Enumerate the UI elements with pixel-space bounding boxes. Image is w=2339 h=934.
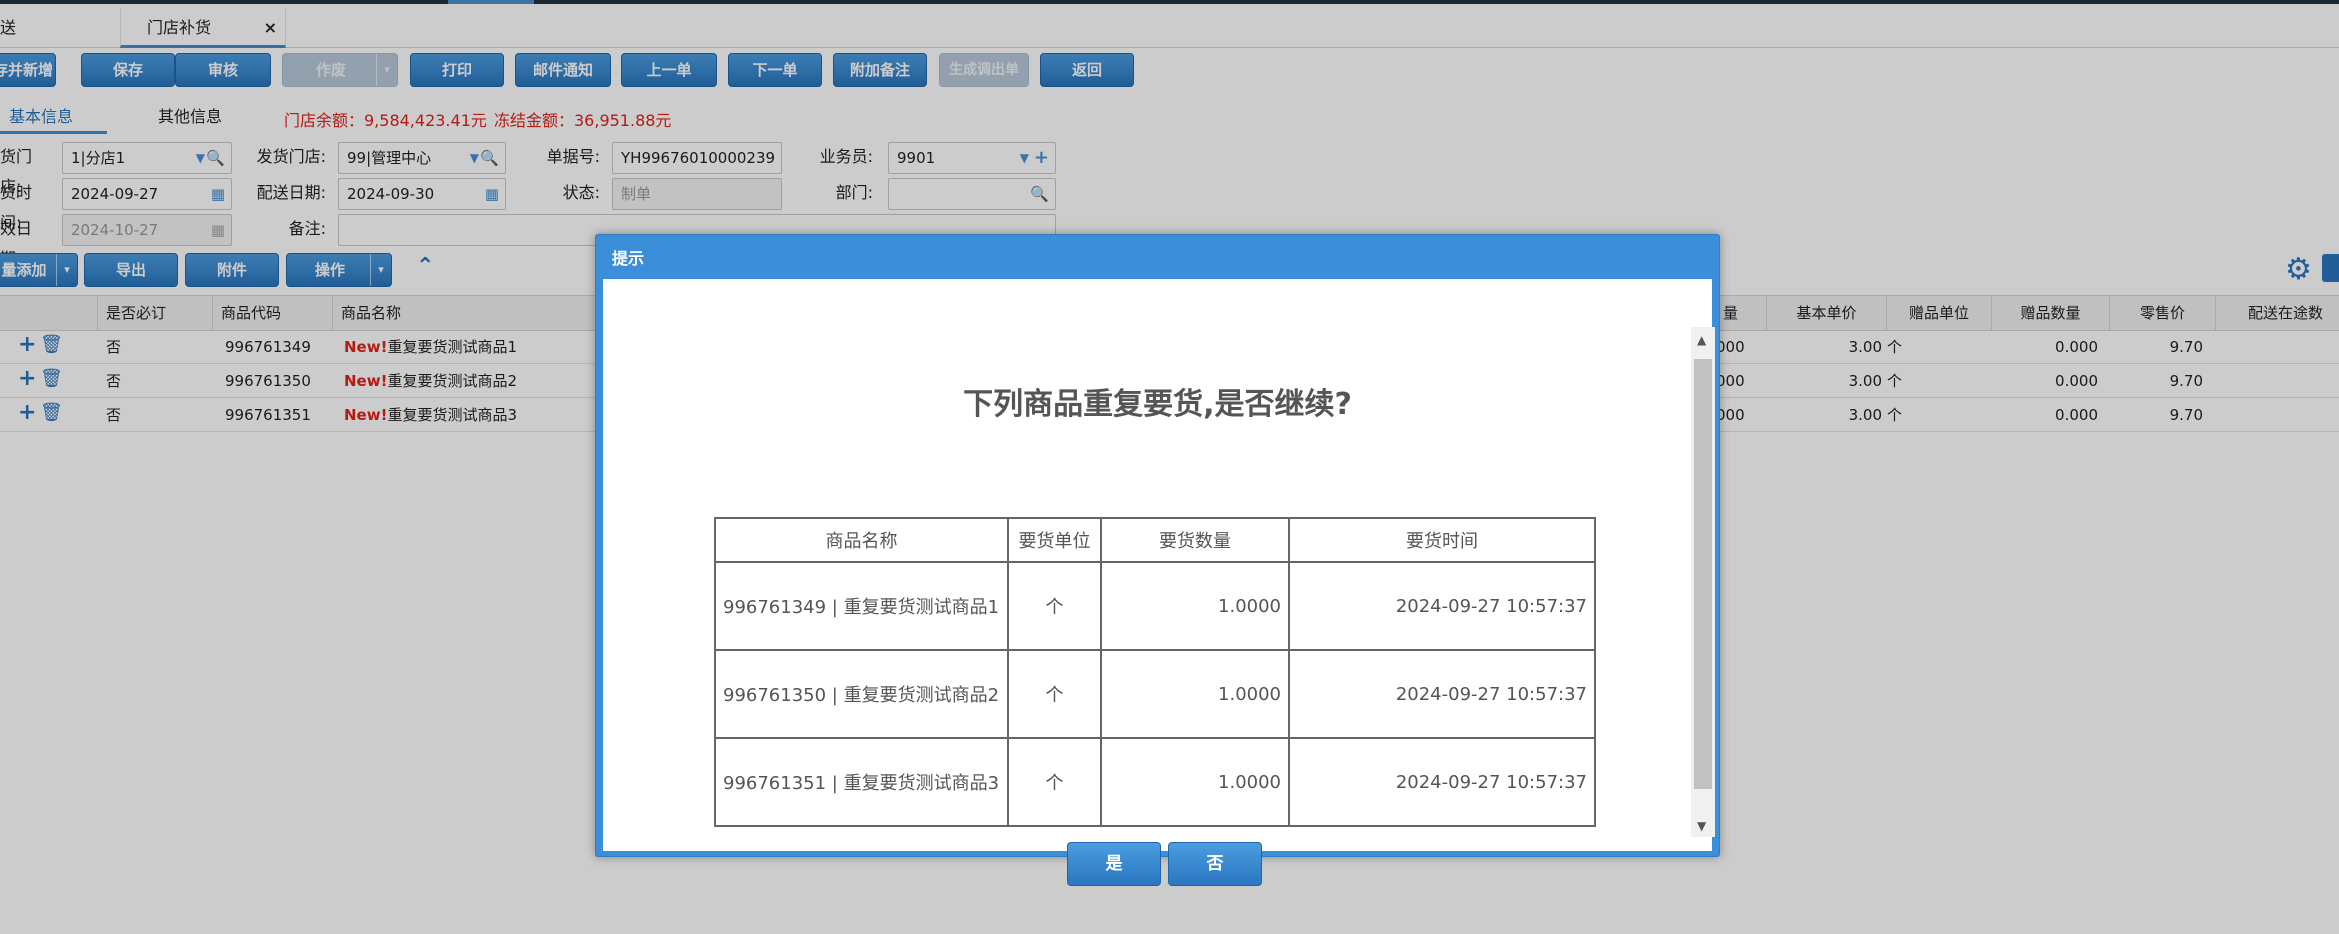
col-item-name: 商品名称 — [714, 517, 1009, 563]
cell-item-name: 996761349 | 重复要货测试商品1 — [714, 561, 1009, 651]
table-header-row: 商品名称 要货单位 要货数量 要货时间 — [714, 517, 1596, 563]
cell-order-time: 2024-09-27 10:57:37 — [1288, 737, 1596, 827]
table-row: 996761349 | 重复要货测试商品1 个 1.0000 2024-09-2… — [714, 561, 1596, 651]
cell-order-time: 2024-09-27 10:57:37 — [1288, 649, 1596, 739]
cell-order-unit: 个 — [1007, 561, 1102, 651]
cell-order-qty: 1.0000 — [1100, 737, 1290, 827]
table-row: 996761350 | 重复要货测试商品2 个 1.0000 2024-09-2… — [714, 649, 1596, 739]
cell-order-qty: 1.0000 — [1100, 561, 1290, 651]
duplicate-items-table: 商品名称 要货单位 要货数量 要货时间 996761349 | 重复要货测试商品… — [714, 517, 1596, 827]
scroll-up-icon[interactable]: ▲ — [1697, 333, 1706, 347]
cell-order-qty: 1.0000 — [1100, 649, 1290, 739]
col-order-qty: 要货数量 — [1100, 517, 1290, 563]
col-order-time: 要货时间 — [1288, 517, 1596, 563]
dialog-message: 下列商品重复要货,是否继续? — [963, 387, 1352, 422]
scroll-down-icon[interactable]: ▼ — [1697, 819, 1706, 833]
cell-item-name: 996761350 | 重复要货测试商品2 — [714, 649, 1009, 739]
cell-order-unit: 个 — [1007, 737, 1102, 827]
dialog-body: 下列商品重复要货,是否继续? 商品名称 要货单位 要货数量 要货时间 99676… — [603, 279, 1715, 886]
cell-order-time: 2024-09-27 10:57:37 — [1288, 561, 1596, 651]
yes-button[interactable]: 是 — [1067, 842, 1161, 886]
col-order-unit: 要货单位 — [1007, 517, 1102, 563]
scroll-thumb[interactable] — [1694, 359, 1712, 789]
dialog-title: 提示 — [612, 249, 645, 268]
table-row: 996761351 | 重复要货测试商品3 个 1.0000 2024-09-2… — [714, 737, 1596, 827]
cell-item-name: 996761351 | 重复要货测试商品3 — [714, 737, 1009, 827]
no-button[interactable]: 否 — [1168, 842, 1262, 886]
prompt-dialog: 提示 下列商品重复要货,是否继续? 商品名称 要货单位 要货数量 要货时间 99… — [595, 234, 1720, 886]
dialog-scrollbar[interactable]: ▲ ▼ — [1691, 327, 1715, 837]
cell-order-unit: 个 — [1007, 649, 1102, 739]
